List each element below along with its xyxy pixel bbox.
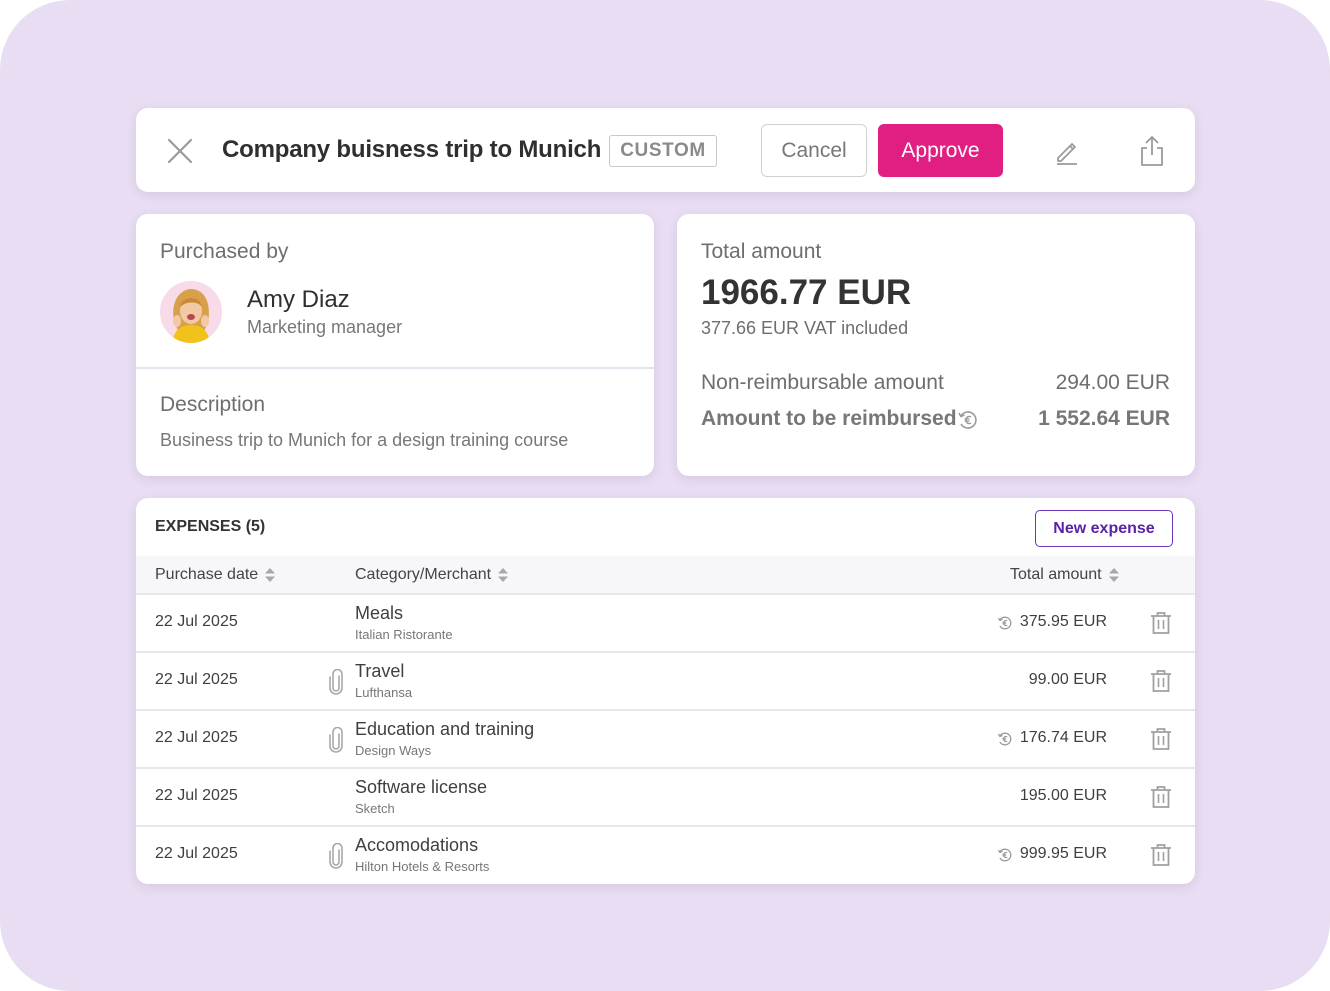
expense-category: Software license xyxy=(355,777,488,797)
table-row[interactable]: 22 Jul 2025 Education and training Design … xyxy=(136,709,1195,767)
trash-icon[interactable] xyxy=(1150,843,1172,867)
type-tag: CUSTOM xyxy=(609,135,717,167)
expense-amount: 99.00 EUR xyxy=(1028,671,1107,688)
non-reimbursable-label: Non-reimbursable amount xyxy=(701,371,944,394)
purchase-date: 22 Jul 2025 xyxy=(155,671,238,688)
column-label: Category/Merchant xyxy=(355,566,492,583)
column-label: Purchase date xyxy=(155,566,259,583)
reimbursable-euro-icon xyxy=(958,411,977,429)
purchase-date: 22 Jul 2025 xyxy=(155,787,238,804)
table-row[interactable]: 22 Jul 2025 Software license Sketch 195.00 … xyxy=(136,767,1195,825)
trash-icon[interactable] xyxy=(1150,669,1172,693)
paperclip-icon[interactable] xyxy=(328,843,344,869)
trash-icon[interactable] xyxy=(1150,785,1172,809)
table-row[interactable]: 22 Jul 2025 Meals Italian Ristorante 375.95… xyxy=(136,593,1195,651)
column-purchase-date[interactable]: Purchase date xyxy=(155,566,276,584)
expense-category: Meals xyxy=(355,603,404,623)
expense-merchant: Design Ways xyxy=(355,743,432,758)
vat-text: 377.66 EUR VAT included xyxy=(701,318,909,338)
reimbursed-value: 1 552.64 EUR xyxy=(1038,407,1170,430)
card-divider xyxy=(136,367,654,369)
approve-button[interactable]: Approve xyxy=(878,124,1003,177)
description-label: Description xyxy=(160,393,266,416)
sort-icon xyxy=(1108,567,1119,582)
purchase-date: 22 Jul 2025 xyxy=(155,729,238,746)
trash-icon[interactable] xyxy=(1150,611,1172,635)
purchase-date: 22 Jul 2025 xyxy=(155,613,238,630)
expense-category: Education and training xyxy=(355,719,535,739)
avatar xyxy=(160,281,222,343)
expense-amount: 999.95 EUR xyxy=(1019,845,1107,862)
reimbursable-euro-icon xyxy=(997,848,1012,862)
expense-merchant: Lufthansa xyxy=(355,685,413,700)
new-expense-button[interactable]: New expense xyxy=(1035,510,1173,547)
non-reimbursable-value: 294.00 EUR xyxy=(1055,371,1170,394)
table-row[interactable]: 22 Jul 2025 Travel Lufthansa 99.00 EUR xyxy=(136,651,1195,709)
trash-icon[interactable] xyxy=(1150,727,1172,751)
edit-icon[interactable] xyxy=(1052,136,1082,166)
expense-merchant: Sketch xyxy=(355,801,395,816)
sort-icon xyxy=(498,567,509,582)
expense-merchant: Italian Ristorante xyxy=(355,627,453,642)
paperclip-icon[interactable] xyxy=(328,727,344,753)
paperclip-icon[interactable] xyxy=(328,669,344,695)
reimbursable-euro-icon xyxy=(997,616,1012,630)
purchaser-role: Marketing manager xyxy=(247,317,403,337)
column-category-merchant[interactable]: Category/Merchant xyxy=(355,566,509,584)
reimbursable-euro-icon xyxy=(997,732,1012,746)
column-label: Total amount xyxy=(1010,566,1102,583)
reimbursed-label: Amount to be reimbursed xyxy=(701,407,957,430)
purchase-date: 22 Jul 2025 xyxy=(155,845,238,862)
expense-amount: 375.95 EUR xyxy=(1019,613,1107,630)
page-title: Company buisness trip to Munich xyxy=(222,136,602,163)
table-row[interactable]: 22 Jul 2025 Accomodations Hilton Hotels & … xyxy=(136,825,1195,883)
total-amount-value: 1966.77 EUR xyxy=(701,273,912,312)
total-amount-label: Total amount xyxy=(701,240,822,263)
purchased-by-label: Purchased by xyxy=(160,240,289,263)
column-total-amount[interactable]: Total amount xyxy=(1010,566,1119,584)
purchaser-name: Amy Diaz xyxy=(247,286,350,313)
cancel-button[interactable]: Cancel xyxy=(761,124,867,177)
expense-category: Accomodations xyxy=(355,835,479,855)
close-icon[interactable] xyxy=(166,137,194,165)
expense-amount: 176.74 EUR xyxy=(1019,729,1107,746)
expense-merchant: Hilton Hotels & Resorts xyxy=(355,859,490,874)
expenses-title: EXPENSES (5) xyxy=(155,518,266,535)
expense-category: Travel xyxy=(355,661,405,681)
description-text: Business trip to Munich for a design tra… xyxy=(160,430,569,450)
sort-icon xyxy=(265,567,276,582)
share-icon[interactable] xyxy=(1137,134,1167,168)
expense-amount: 195.00 EUR xyxy=(1019,787,1107,804)
